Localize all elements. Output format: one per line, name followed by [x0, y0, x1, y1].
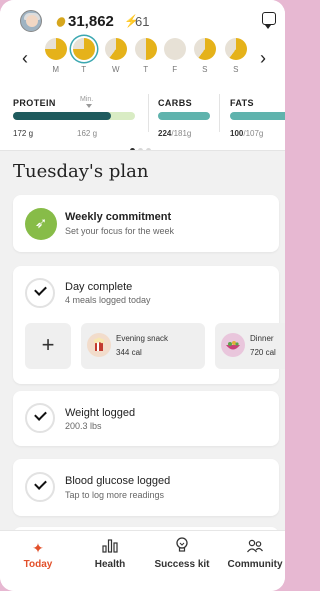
- day-progress-ring: [225, 38, 247, 60]
- nav-today-label: Today: [23, 559, 53, 570]
- bottom-nav: ✦ Today Health Success kit Community: [0, 530, 285, 591]
- nav-today[interactable]: ✦ Today: [18, 537, 58, 570]
- main-content: Tuesday's plan ➶ Weekly commitment Set y…: [0, 150, 285, 530]
- day-5[interactable]: F: [163, 38, 187, 74]
- nav-success-kit-label: Success kit: [154, 559, 210, 570]
- people-icon: [225, 537, 285, 559]
- week-selector: ‹ M T W T F S S ›: [0, 38, 285, 82]
- meal-item-dinner[interactable]: Dinner 720 cal: [215, 323, 285, 369]
- day-complete-title: Day complete: [65, 281, 133, 293]
- rocket-icon: ➶: [25, 208, 57, 240]
- weight-subtitle: 200.3 lbs: [65, 421, 102, 431]
- meal-calories: 720 cal: [250, 348, 276, 357]
- day-complete-card[interactable]: Day complete 4 meals logged today + Even…: [13, 266, 285, 384]
- avatar[interactable]: [20, 10, 42, 32]
- fats-target: /107g: [243, 129, 264, 138]
- points-value: 31,862: [68, 13, 114, 30]
- day-7[interactable]: S: [224, 38, 248, 74]
- day-label: M: [52, 65, 60, 74]
- day-complete-subtitle: 4 meals logged today: [65, 295, 151, 305]
- day-label: T: [81, 65, 87, 74]
- weekly-commitment-card[interactable]: ➶ Weekly commitment Set your focus for t…: [13, 195, 279, 252]
- check-icon: [25, 278, 55, 308]
- fats-value: 100: [230, 129, 244, 138]
- chevron-right-icon[interactable]: ›: [260, 48, 266, 69]
- page-indicator: [130, 140, 160, 153]
- day-1[interactable]: M: [44, 38, 68, 74]
- carbs-bar: [158, 112, 210, 120]
- nav-community-label: Community: [227, 559, 283, 570]
- chat-icon[interactable]: [262, 12, 276, 29]
- add-meal-button[interactable]: +: [25, 323, 71, 369]
- protein-label: PROTEIN: [13, 98, 56, 108]
- meal-name: Dinner: [250, 334, 274, 343]
- avatar-face: [26, 15, 38, 27]
- day-label: S: [233, 65, 239, 74]
- day-label: S: [202, 65, 208, 74]
- check-icon: [25, 403, 55, 433]
- weekly-commitment-title: Weekly commitment: [65, 211, 172, 223]
- min-label: Min.: [80, 96, 94, 103]
- divider: [219, 94, 220, 132]
- lightbulb-icon: [152, 537, 212, 559]
- nav-community[interactable]: Community: [225, 537, 285, 570]
- day-progress-ring: [135, 38, 157, 60]
- nav-success-kit[interactable]: Success kit: [152, 537, 212, 570]
- macros-summary[interactable]: PROTEIN Min. 172 g 162 g CARBS 224/181g …: [0, 92, 285, 142]
- day-progress-ring: [73, 38, 95, 60]
- chevron-left-icon[interactable]: ‹: [22, 48, 28, 69]
- day-3[interactable]: W: [104, 38, 128, 74]
- protein-target: 162 g: [77, 129, 98, 138]
- salad-bowl-icon: [221, 333, 245, 357]
- day-2[interactable]: T: [72, 38, 96, 74]
- bar-chart-icon: [88, 537, 132, 559]
- day-progress-ring: [194, 38, 216, 60]
- header: 31,862 ⚡ 61 ‹ M T W T F S S › PROTEIN Min. 172…: [0, 0, 285, 153]
- carbs-value-line: 224/181g: [158, 129, 191, 138]
- popcorn-icon: [87, 333, 111, 357]
- app-screen: 31,862 ⚡ 61 ‹ M T W T F S S › PROTEIN Min. 172…: [0, 0, 285, 591]
- meal-name: Evening snack: [116, 334, 169, 343]
- fats-bar: [230, 112, 285, 120]
- fats-value-line: 100/107g: [230, 129, 263, 138]
- day-label: T: [143, 65, 149, 74]
- blood-glucose-card[interactable]: Blood glucose logged Tap to log more rea…: [13, 459, 279, 516]
- day-4[interactable]: T: [134, 38, 158, 74]
- day-6[interactable]: S: [193, 38, 217, 74]
- day-label: F: [172, 65, 178, 74]
- weekly-commitment-subtitle: Set your focus for the week: [65, 226, 175, 236]
- carbs-label: CARBS: [158, 98, 193, 108]
- day-label: W: [111, 65, 121, 74]
- day-progress-ring: [45, 38, 67, 60]
- streak-value: 61: [135, 14, 150, 29]
- carbs-value: 224: [158, 129, 172, 138]
- page-title: Tuesday's plan: [13, 161, 149, 182]
- fats-label: FATS: [230, 98, 254, 108]
- nav-health-label: Health: [94, 559, 126, 570]
- carbs-target: /181g: [171, 129, 192, 138]
- meal-item-evening-snack[interactable]: Evening snack 344 cal: [81, 323, 205, 369]
- min-marker-icon: [86, 104, 92, 108]
- day-progress-ring: [105, 38, 127, 60]
- divider: [148, 94, 149, 132]
- sparkle-icon: ✦: [32, 540, 44, 556]
- blood-glucose-title: Blood glucose logged: [65, 475, 171, 487]
- coin-icon: [55, 15, 67, 29]
- protein-bar-fill: [13, 112, 111, 120]
- check-icon: [25, 472, 55, 502]
- top-bar: 31,862 ⚡ 61: [0, 8, 285, 36]
- nav-health[interactable]: Health: [88, 537, 132, 570]
- weight-title: Weight logged: [65, 407, 136, 419]
- blood-glucose-subtitle: Tap to log more readings: [65, 490, 165, 500]
- weight-card[interactable]: Weight logged 200.3 lbs: [13, 391, 279, 446]
- day-progress-ring: [164, 38, 186, 60]
- protein-value: 172 g: [13, 129, 34, 138]
- meal-calories: 344 cal: [116, 348, 142, 357]
